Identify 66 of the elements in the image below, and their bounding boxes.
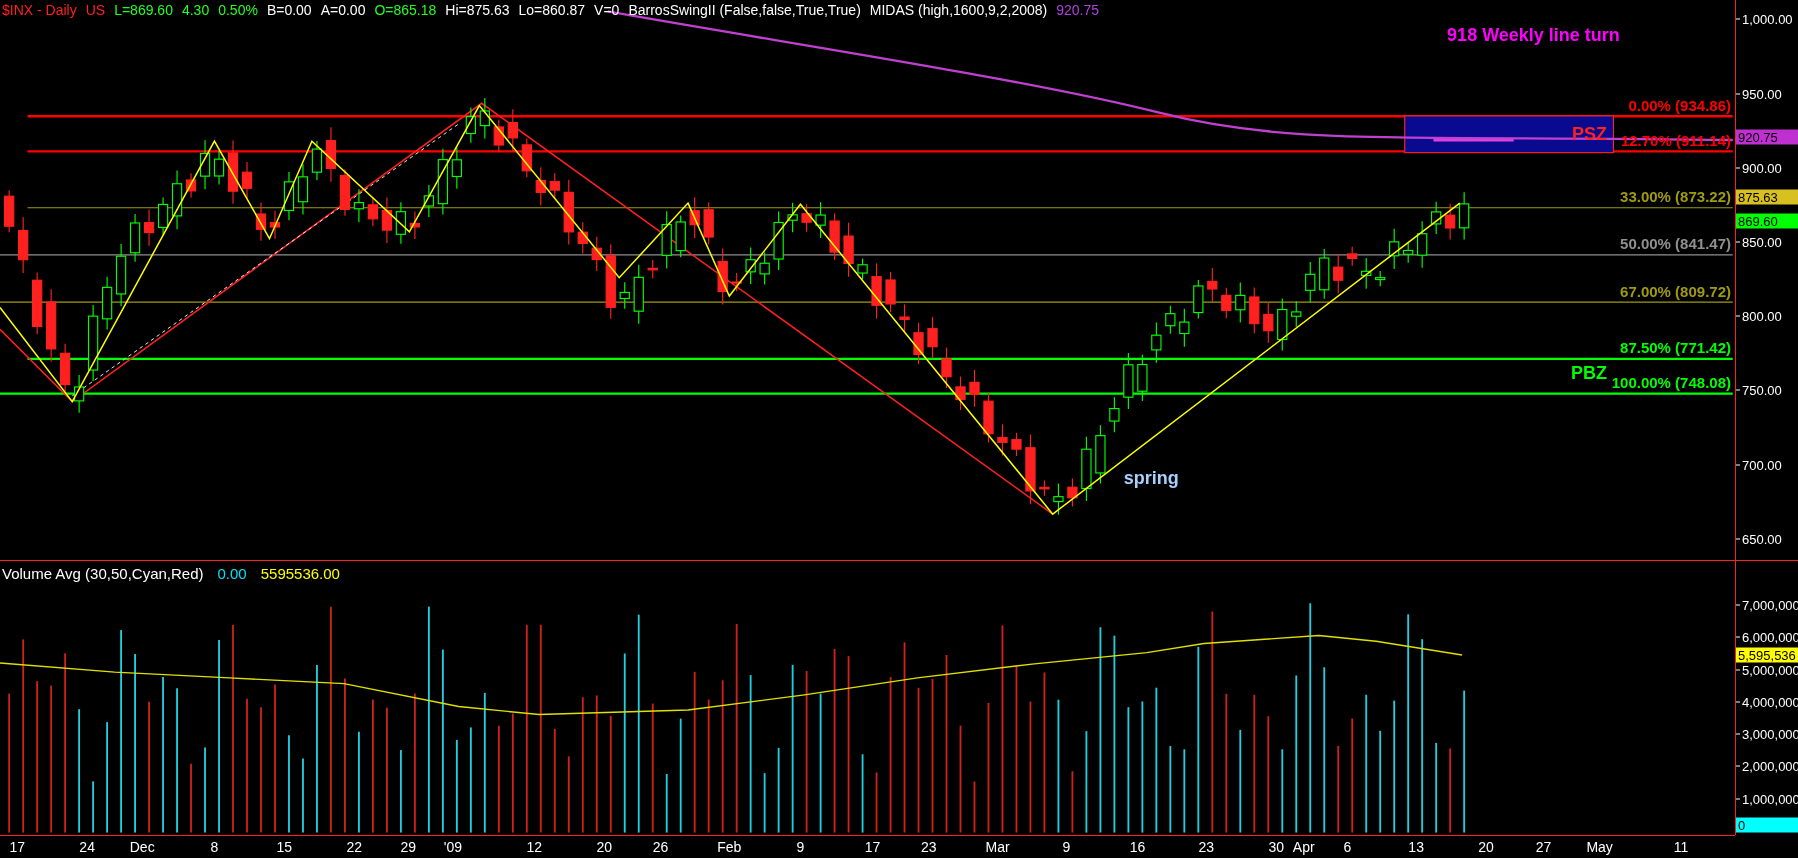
- date-label: 22: [346, 839, 363, 855]
- axis-label: 750.00: [1742, 382, 1782, 398]
- header-field: L=869.60: [114, 2, 173, 18]
- date-label: 27: [1535, 839, 1552, 855]
- date-label: Apr: [1292, 839, 1315, 855]
- fib-level-label: 87.50% (771.42): [1620, 339, 1731, 357]
- fib-level-label: 67.00% (809.72): [1620, 282, 1731, 300]
- date-label: 20: [1478, 839, 1494, 855]
- date-label: Feb: [717, 839, 742, 855]
- date-label: 9: [796, 839, 805, 855]
- fib-level-label: 50.00% (841.47): [1620, 235, 1731, 253]
- header-field: US: [85, 2, 106, 18]
- axis-label: 700.00: [1742, 457, 1782, 473]
- date-label: 13: [1408, 839, 1424, 855]
- header-field: MIDAS (high,1600,9,2,2008): [869, 2, 1048, 18]
- date-label: 26: [652, 839, 669, 855]
- indicator-value: 5595536.00: [260, 565, 340, 582]
- header-field: Hi=875.63: [445, 2, 510, 18]
- indicator-title: Volume Avg (30,50,Cyan,Red): [2, 565, 204, 582]
- price-badge: 875.63: [1736, 189, 1798, 205]
- header-field: 920.75: [1056, 2, 1100, 18]
- header-field: O=865.18: [374, 2, 437, 18]
- date-label: 8: [210, 839, 219, 855]
- header-field: B=0.00: [266, 2, 312, 18]
- axis-label: 950.00: [1742, 86, 1782, 102]
- date-label: 15: [276, 839, 293, 855]
- axis-label: 850.00: [1742, 234, 1782, 250]
- header-field: 4.30: [181, 2, 210, 18]
- axis-label: 900.00: [1742, 160, 1782, 176]
- date-label: Mar: [985, 839, 1010, 855]
- indicator-value: 0.00: [217, 565, 247, 582]
- price-badge: 869.60: [1736, 213, 1798, 229]
- axis-label: 800.00: [1742, 308, 1782, 324]
- date-label: Dec: [129, 839, 155, 855]
- date-label: 23: [1198, 839, 1215, 855]
- header-field: $INX - Daily: [2, 2, 77, 18]
- volume-badge: 0: [1736, 817, 1798, 833]
- annotation-text: 918 Weekly line turn: [1447, 25, 1620, 47]
- axis-label: 1,000.00: [1742, 12, 1793, 27]
- date-label: 6: [1343, 839, 1352, 855]
- axis-label: 650.00: [1742, 531, 1782, 547]
- date-label: 23: [921, 839, 937, 855]
- date-label: 11: [1673, 839, 1689, 855]
- date-label: 17: [9, 839, 25, 855]
- date-label: 20: [596, 839, 613, 855]
- header-field: V=0: [594, 2, 620, 18]
- fib-level-label: 100.00% (748.08): [1611, 374, 1731, 391]
- date-label: 29: [400, 839, 416, 855]
- price-badge: 920.75: [1736, 129, 1798, 145]
- header-field: BarrosSwingII (False,false,True,True): [628, 2, 861, 18]
- fib-level-label: 33.00% (873.22): [1620, 188, 1731, 206]
- fib-level-label: 0.00% (934.86): [1628, 96, 1731, 114]
- header-field: 0.50%: [218, 2, 258, 18]
- date-label: 12: [526, 839, 543, 855]
- annotation-text: spring: [1123, 467, 1179, 489]
- header-field: Lo=860.87: [518, 2, 586, 18]
- date-label: 17: [864, 839, 881, 855]
- header-field: A=0.00: [320, 2, 366, 18]
- date-label: 30: [1268, 839, 1285, 855]
- volume-badge: 5,595,536: [1736, 647, 1798, 663]
- date-label: May: [1586, 839, 1613, 855]
- date-label: 16: [1129, 839, 1146, 855]
- date-label: '09: [443, 839, 463, 855]
- date-label: 9: [1062, 839, 1071, 855]
- date-label: 24: [79, 839, 95, 855]
- zone-label: PBZ: [1570, 363, 1607, 385]
